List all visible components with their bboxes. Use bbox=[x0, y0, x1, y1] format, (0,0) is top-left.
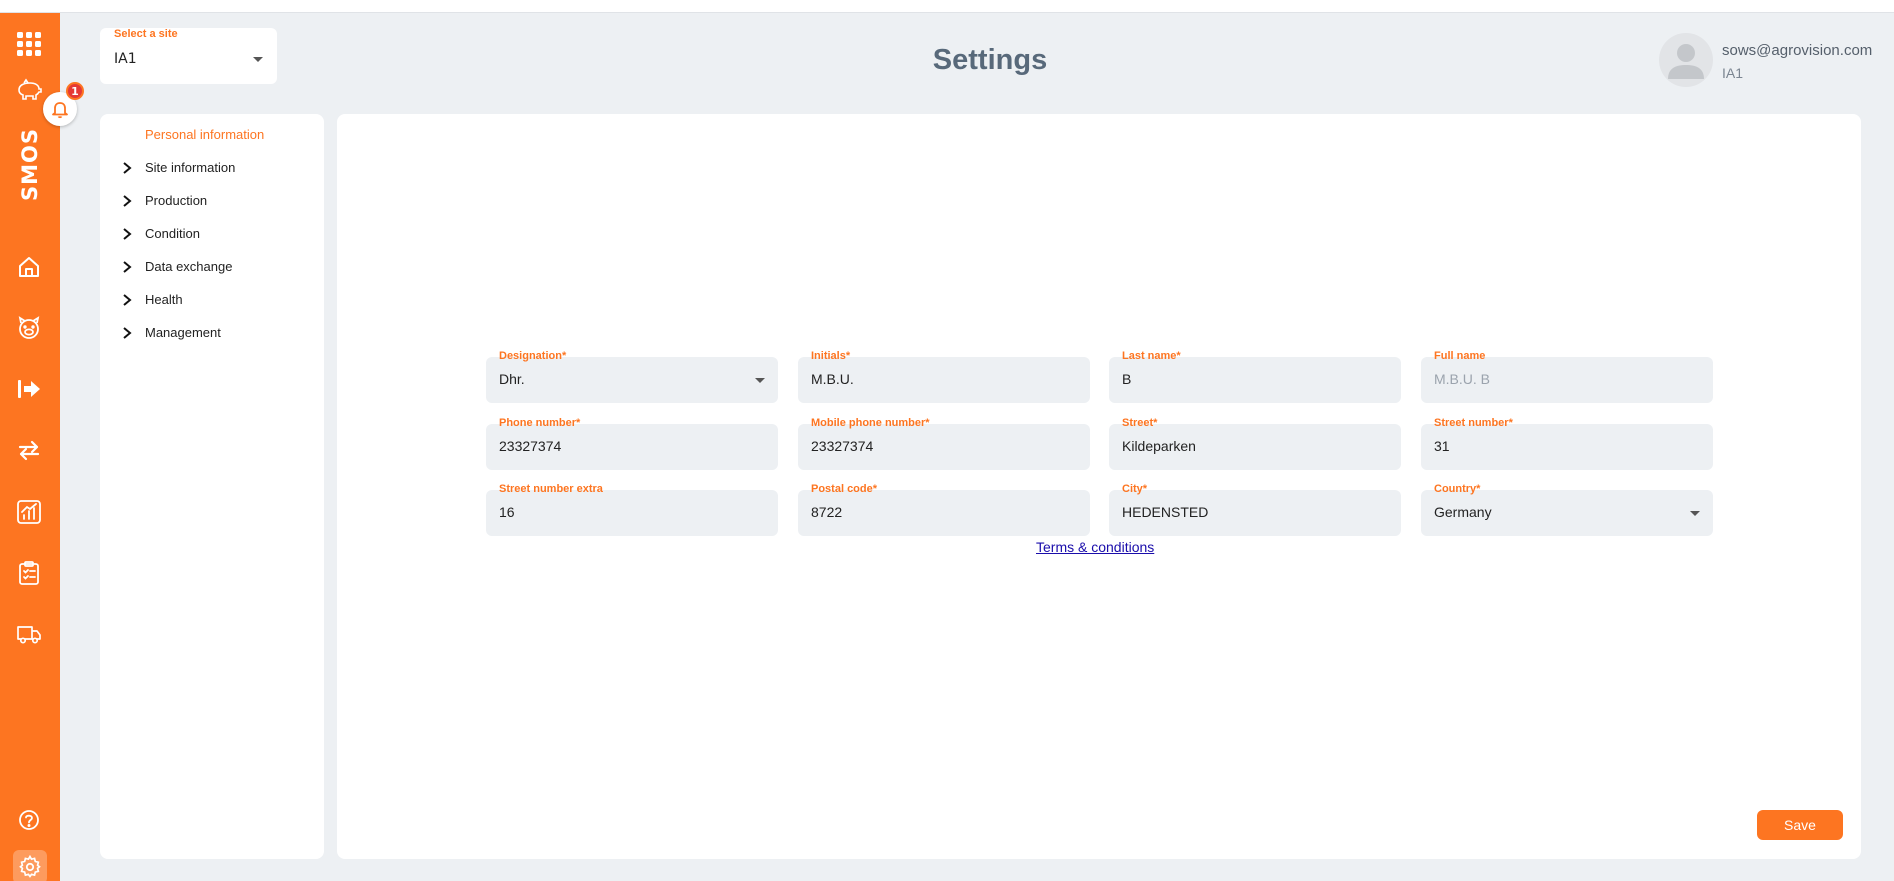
field-value: 8722 bbox=[811, 504, 843, 520]
field-value: B bbox=[1122, 371, 1132, 387]
initials-field[interactable]: Initials* M.B.U. bbox=[798, 350, 1090, 403]
nav-item-label: Health bbox=[145, 291, 183, 307]
settings-nav: Personal information Site information Pr… bbox=[100, 114, 324, 859]
user-site: IA1 bbox=[1722, 65, 1744, 81]
home-icon[interactable] bbox=[14, 252, 44, 282]
chevron-right-icon bbox=[120, 226, 134, 240]
postal-code-field[interactable]: Postal code* 8722 bbox=[798, 483, 1090, 536]
truck-icon[interactable] bbox=[14, 619, 44, 649]
field-value: Dhr. bbox=[499, 371, 525, 387]
gear-icon bbox=[19, 855, 41, 878]
city-field[interactable]: City* HEDENSTED bbox=[1109, 483, 1401, 536]
nav-item-data-exchange[interactable]: Data exchange bbox=[100, 252, 324, 280]
brand-logo: SMOS bbox=[18, 128, 42, 202]
nav-item-label: Management bbox=[145, 324, 221, 340]
field-label: Initials* bbox=[811, 350, 851, 362]
nav-item-health[interactable]: Health bbox=[100, 285, 324, 313]
designation-select[interactable]: Designation* Dhr. bbox=[486, 350, 778, 403]
transfer-arrows-icon[interactable] bbox=[14, 435, 44, 465]
nav-item-production[interactable]: Production bbox=[100, 186, 324, 214]
site-select-label: Select a site bbox=[114, 28, 178, 40]
field-value: 31 bbox=[1434, 438, 1450, 454]
settings-content: Designation* Dhr. Initials* M.B.U. Last … bbox=[337, 114, 1861, 859]
pig-face-icon[interactable] bbox=[14, 313, 44, 343]
field-label: Designation* bbox=[499, 350, 567, 362]
field-value: M.B.U. B bbox=[1434, 371, 1491, 387]
sidebar: SMOS bbox=[0, 13, 60, 881]
field-label: Phone number* bbox=[499, 417, 581, 429]
terms-and-conditions-link[interactable]: Terms & conditions bbox=[1036, 539, 1154, 555]
mobile-phone-number-field[interactable]: Mobile phone number* 23327374 bbox=[798, 417, 1090, 470]
chart-icon[interactable] bbox=[14, 497, 44, 527]
nav-item-label: Production bbox=[145, 192, 208, 208]
user-email: sows@agrovision.com bbox=[1722, 42, 1873, 59]
nav-item-management[interactable]: Management bbox=[100, 318, 324, 346]
field-label: Street number* bbox=[1434, 417, 1513, 429]
avatar[interactable] bbox=[1659, 33, 1713, 87]
site-select-value: IA1 bbox=[114, 51, 137, 67]
exit-arrow-icon[interactable] bbox=[14, 374, 44, 404]
full-name-field: Full name M.B.U. B bbox=[1421, 350, 1713, 403]
field-label: City* bbox=[1122, 483, 1148, 495]
window-top-bar bbox=[0, 0, 1894, 13]
chevron-right-icon bbox=[120, 259, 134, 273]
field-label: Postal code* bbox=[811, 483, 878, 495]
caret-down-icon bbox=[755, 378, 765, 383]
field-label: Country* bbox=[1434, 483, 1481, 495]
nav-item-label: Site information bbox=[145, 159, 236, 175]
nav-item-condition[interactable]: Condition bbox=[100, 219, 324, 247]
nav-item-label: Data exchange bbox=[145, 258, 233, 274]
nav-item-personal-information[interactable]: Personal information bbox=[100, 120, 324, 148]
field-label: Street number extra bbox=[499, 483, 603, 495]
nav-item-label: Personal information bbox=[145, 126, 265, 142]
country-select[interactable]: Country* Germany bbox=[1421, 483, 1713, 536]
caret-down-icon bbox=[1690, 511, 1700, 516]
chevron-right-icon bbox=[120, 292, 134, 306]
page-title: Settings bbox=[932, 44, 1048, 76]
caret-down-icon bbox=[253, 57, 263, 62]
phone-number-field[interactable]: Phone number* 23327374 bbox=[486, 417, 778, 470]
street-field[interactable]: Street* Kildeparken bbox=[1109, 417, 1401, 470]
field-label: Mobile phone number* bbox=[811, 417, 930, 429]
save-button[interactable]: Save bbox=[1757, 810, 1843, 840]
pig-icon[interactable] bbox=[14, 75, 44, 105]
apps-grid-icon[interactable] bbox=[14, 29, 44, 59]
field-label: Street* bbox=[1122, 417, 1158, 429]
field-value: 23327374 bbox=[811, 438, 874, 454]
field-label: Full name bbox=[1434, 350, 1486, 362]
help-icon[interactable] bbox=[14, 805, 44, 835]
street-number-field[interactable]: Street number* 31 bbox=[1421, 417, 1713, 470]
last-name-field[interactable]: Last name* B bbox=[1109, 350, 1401, 403]
field-value: 23327374 bbox=[499, 438, 562, 454]
field-value: Kildeparken bbox=[1122, 438, 1196, 454]
clipboard-checklist-icon[interactable] bbox=[14, 558, 44, 588]
chevron-right-icon bbox=[120, 193, 134, 207]
street-number-extra-field[interactable]: Street number extra 16 bbox=[486, 483, 778, 536]
field-value: 16 bbox=[499, 504, 515, 520]
field-label: Last name* bbox=[1122, 350, 1181, 362]
notification-badge: 1 bbox=[66, 82, 84, 100]
site-select[interactable]: Select a site IA1 bbox=[100, 28, 277, 84]
nav-item-site-information[interactable]: Site information bbox=[100, 153, 324, 181]
nav-item-label: Condition bbox=[145, 225, 200, 241]
field-value: HEDENSTED bbox=[1122, 504, 1209, 520]
settings-nav-button[interactable] bbox=[13, 850, 47, 881]
chevron-right-icon bbox=[120, 160, 134, 174]
field-value: M.B.U. bbox=[811, 371, 854, 387]
bell-icon bbox=[52, 102, 68, 119]
chevron-right-icon bbox=[120, 325, 134, 339]
field-value: Germany bbox=[1434, 504, 1492, 520]
